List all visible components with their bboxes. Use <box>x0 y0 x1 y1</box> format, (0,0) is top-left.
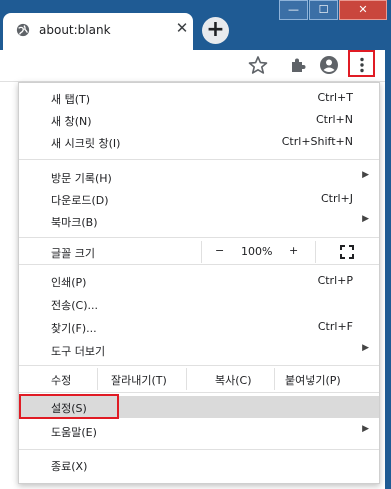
menu-separator <box>19 449 379 450</box>
submenu-arrow-icon: ▶ <box>362 343 369 353</box>
menu-item-label: 새 창(N) <box>51 115 92 128</box>
menu-item-label: 도움말(E) <box>51 426 97 439</box>
paste-button[interactable]: 붙여넣기(P) <box>285 372 341 388</box>
menu-item-label: 인쇄(P) <box>51 276 87 289</box>
menu-item-label: 전송(C)... <box>51 299 98 312</box>
cell-divider <box>274 368 275 390</box>
menu-item-find[interactable]: 찾기(F)... Ctrl+F <box>19 316 379 338</box>
tab-close-icon[interactable]: ✕ <box>173 19 191 37</box>
close-window-button[interactable]: ✕ <box>339 0 387 20</box>
cell-divider <box>97 368 98 390</box>
window-frame-right <box>385 50 391 489</box>
menu-item-label: 다운로드(D) <box>51 194 109 207</box>
browser-tab[interactable]: about:blank ✕ <box>3 13 193 50</box>
maximize-button[interactable]: ☐ <box>309 0 338 20</box>
menu-item-help[interactable]: 도움말(E) ▶ <box>19 420 379 442</box>
settings-annotation <box>19 394 119 419</box>
menu-item-bookmarks[interactable]: 북마크(B) ▶ <box>19 210 379 232</box>
zoom-in-button[interactable]: + <box>289 244 298 257</box>
menu-separator <box>19 237 379 238</box>
menu-row-zoom: 글꼴 크기 − 100% + <box>19 241 379 263</box>
zoom-out-button[interactable]: − <box>215 244 224 257</box>
edit-label: 수정 <box>51 374 72 387</box>
menu-button-annotation <box>348 50 375 77</box>
minimize-button[interactable]: — <box>279 0 308 20</box>
menu-item-more-tools[interactable]: 도구 더보기 ▶ <box>19 339 379 361</box>
menu-item-cast[interactable]: 전송(C)... <box>19 293 379 315</box>
menu-item-shortcut: Ctrl+Shift+N <box>281 135 353 148</box>
menu-item-label: 북마크(B) <box>51 216 98 229</box>
zoom-label: 글꼴 크기 <box>51 247 95 260</box>
menu-item-shortcut: Ctrl+T <box>317 91 353 104</box>
fullscreen-icon[interactable] <box>340 245 354 259</box>
menu-row-edit: 수정 잘라내기(T) 복사(C) 붙여넣기(P) <box>19 368 379 390</box>
menu-item-shortcut: Ctrl+P <box>317 274 353 287</box>
browser-toolbar <box>0 50 385 82</box>
menu-item-new-tab[interactable]: 새 탭(T) Ctrl+T <box>19 87 379 109</box>
menu-item-label: 찾기(F)... <box>51 322 97 335</box>
menu-item-exit[interactable]: 종료(X) <box>19 454 379 476</box>
menu-item-print[interactable]: 인쇄(P) Ctrl+P <box>19 270 379 292</box>
cell-divider <box>201 241 202 263</box>
submenu-arrow-icon: ▶ <box>362 214 369 224</box>
menu-item-incognito[interactable]: 새 시크릿 창(I) Ctrl+Shift+N <box>19 131 379 153</box>
menu-item-downloads[interactable]: 다운로드(D) Ctrl+J <box>19 188 379 210</box>
cell-divider <box>186 368 187 390</box>
menu-item-new-window[interactable]: 새 창(N) Ctrl+N <box>19 109 379 131</box>
submenu-arrow-icon: ▶ <box>362 170 369 180</box>
chrome-menu: 새 탭(T) Ctrl+T 새 창(N) Ctrl+N 새 시크릿 창(I) C… <box>18 82 380 484</box>
menu-item-label: 새 시크릿 창(I) <box>51 137 121 150</box>
menu-item-shortcut: Ctrl+J <box>320 192 353 205</box>
cut-button[interactable]: 잘라내기(T) <box>111 372 167 388</box>
extensions-icon[interactable] <box>288 55 308 75</box>
menu-item-shortcut: Ctrl+N <box>315 113 353 126</box>
new-tab-button[interactable]: + <box>202 17 229 44</box>
window-controls: — ☐ ✕ <box>278 0 387 20</box>
globe-icon <box>16 23 30 37</box>
menu-item-label: 새 탭(T) <box>51 93 91 106</box>
menu-item-label: 방문 기록(H) <box>51 172 112 185</box>
zoom-value: 100% <box>241 245 273 258</box>
copy-button[interactable]: 복사(C) <box>215 372 252 388</box>
menu-item-label: 종료(X) <box>51 460 88 473</box>
submenu-arrow-icon: ▶ <box>362 424 369 434</box>
menu-item-shortcut: Ctrl+F <box>317 320 353 333</box>
menu-item-label: 도구 더보기 <box>51 345 106 358</box>
cell-divider <box>315 241 316 263</box>
menu-item-history[interactable]: 방문 기록(H) ▶ <box>19 166 379 188</box>
star-icon[interactable] <box>248 55 268 75</box>
profile-icon[interactable] <box>319 55 339 75</box>
menu-separator <box>19 392 379 393</box>
menu-separator <box>19 264 379 265</box>
tab-title: about:blank <box>39 23 111 37</box>
menu-separator <box>19 159 379 160</box>
menu-separator <box>19 365 379 366</box>
